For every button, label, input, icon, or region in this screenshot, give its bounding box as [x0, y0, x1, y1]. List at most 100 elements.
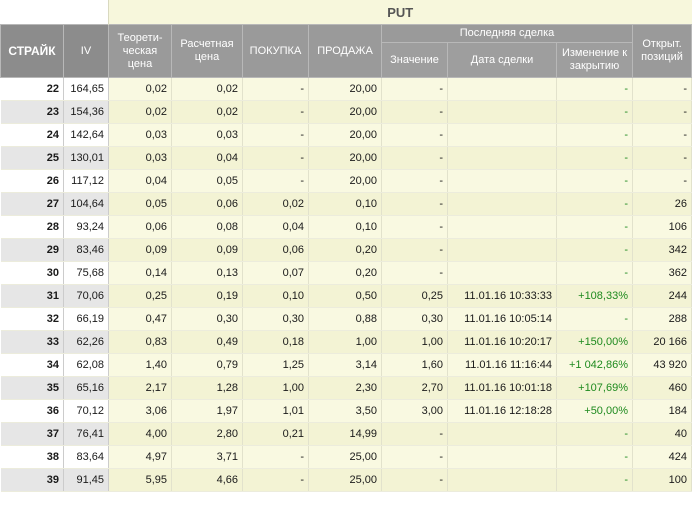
last-value-cell: - — [381, 261, 448, 285]
bid-cell: 0,10 — [242, 284, 309, 308]
table-row[interactable]: 38 83,64 4,97 3,71-25,00- -424 — [0, 445, 692, 469]
iv-header[interactable]: IV — [63, 24, 109, 78]
iv-cell: 142,64 — [63, 123, 109, 147]
table-row[interactable]: 36 70,12 3,06 1,97 1,01 3,50 3,00 11.01.16 12:1… — [0, 399, 692, 423]
bid-cell: 0,30 — [242, 307, 309, 331]
theoretical-price-cell: 0,25 — [108, 284, 172, 308]
trade-date-cell: 11.01.16 10:20:17 — [447, 330, 557, 354]
table-row[interactable]: 23 154,36 0,02 0,02-20,00- - - — [0, 100, 692, 124]
strike-header[interactable]: СТРАЙК — [0, 24, 64, 78]
table-row[interactable]: 33 62,26 0,83 0,49 0,18 1,00 1,00 11.01.16 10:2… — [0, 330, 692, 354]
table-row[interactable]: 39 91,45 5,95 4,66-25,00- -100 — [0, 468, 692, 492]
bid-cell: - — [242, 123, 309, 147]
bid-cell: - — [242, 169, 309, 193]
bid-header[interactable]: ПОКУПКА — [242, 24, 309, 78]
table-row[interactable]: 31 70,06 0,25 0,19 0,10 0,50 0,25 11.01.16 10:3… — [0, 284, 692, 308]
change-cell: +50,00% — [556, 399, 633, 423]
open-interest-cell: 184 — [632, 399, 692, 423]
trade-date-header[interactable]: Дата сделки — [447, 42, 557, 78]
ask-cell: 0,10 — [308, 192, 382, 216]
change-cell: - — [556, 238, 633, 262]
open-interest-header[interactable]: Открыт. позиций — [632, 24, 692, 78]
last-value-cell: - — [381, 146, 448, 170]
iv-cell: 164,65 — [63, 77, 109, 101]
settlement-price-header[interactable]: Расчетная цена — [171, 24, 243, 78]
ask-cell: 0,10 — [308, 215, 382, 239]
table-row[interactable]: 30 75,68 0,14 0,13 0,07 0,20- -362 — [0, 261, 692, 285]
ask-cell: 0,88 — [308, 307, 382, 331]
theoretical-price-cell: 5,95 — [108, 468, 172, 492]
iv-cell: 65,16 — [63, 376, 109, 400]
table-row[interactable]: 37 76,41 4,00 2,80 0,21 14,99- -40 — [0, 422, 692, 446]
table-row[interactable]: 34 62,08 1,40 0,79 1,25 3,14 1,60 11.01.16 11:1… — [0, 353, 692, 377]
ask-cell: 14,99 — [308, 422, 382, 446]
open-interest-cell: 288 — [632, 307, 692, 331]
ask-cell: 20,00 — [308, 146, 382, 170]
bid-cell: 0,07 — [242, 261, 309, 285]
table-row[interactable]: 22 164,65 0,02 0,02-20,00- - - — [0, 77, 692, 101]
change-header[interactable]: Изменение к закрытию — [556, 42, 633, 78]
change-cell: - — [556, 261, 633, 285]
table-row[interactable]: 29 83,46 0,09 0,09 0,06 0,20- -342 — [0, 238, 692, 262]
ask-cell: 0,50 — [308, 284, 382, 308]
trade-date-cell: 11.01.16 12:18:28 — [447, 399, 557, 423]
theoretical-price-cell: 4,00 — [108, 422, 172, 446]
bid-cell: 0,02 — [242, 192, 309, 216]
settlement-price-cell: 0,04 — [171, 146, 243, 170]
ask-cell: 20,00 — [308, 169, 382, 193]
last-value-header[interactable]: Значение — [381, 42, 448, 78]
last-value-cell: - — [381, 445, 448, 469]
theoretical-price-header[interactable]: Теорети-ческая цена — [108, 24, 172, 78]
trade-date-cell — [447, 100, 557, 124]
bid-cell: - — [242, 100, 309, 124]
trade-date-cell — [447, 445, 557, 469]
settlement-price-cell: 2,80 — [171, 422, 243, 446]
bid-cell: 1,25 — [242, 353, 309, 377]
iv-cell: 130,01 — [63, 146, 109, 170]
table-row[interactable]: 26 117,12 0,04 0,05-20,00- - - — [0, 169, 692, 193]
theoretical-price-cell: 0,03 — [108, 123, 172, 147]
table-row[interactable]: 27 104,64 0,05 0,06 0,02 0,10- -26 — [0, 192, 692, 216]
settlement-price-cell: 0,06 — [171, 192, 243, 216]
last-value-cell: - — [381, 468, 448, 492]
change-cell: +107,69% — [556, 376, 633, 400]
strike-cell: 24 — [0, 123, 64, 147]
ask-cell: 20,00 — [308, 100, 382, 124]
last-value-cell: - — [381, 238, 448, 262]
theoretical-price-cell: 0,02 — [108, 100, 172, 124]
iv-cell: 70,06 — [63, 284, 109, 308]
table-row[interactable]: 35 65,16 2,17 1,28 1,00 2,30 2,70 11.01.16 10:0… — [0, 376, 692, 400]
last-value-cell: - — [381, 169, 448, 193]
ask-cell: 3,50 — [308, 399, 382, 423]
change-cell: +108,33% — [556, 284, 633, 308]
table-row[interactable]: 25 130,01 0,03 0,04-20,00- - - — [0, 146, 692, 170]
trade-date-cell — [447, 123, 557, 147]
ask-cell: 25,00 — [308, 468, 382, 492]
ask-cell: 3,14 — [308, 353, 382, 377]
last-value-cell: - — [381, 123, 448, 147]
strike-cell: 35 — [0, 376, 64, 400]
settlement-price-cell: 3,71 — [171, 445, 243, 469]
trade-date-cell — [447, 77, 557, 101]
table-row[interactable]: 32 66,19 0,47 0,30 0,30 0,88 0,30 11.01.16 10:0… — [0, 307, 692, 331]
trade-date-cell — [447, 215, 557, 239]
bid-cell: - — [242, 468, 309, 492]
table-row[interactable]: 24 142,64 0,03 0,03-20,00- - - — [0, 123, 692, 147]
last-value-cell: - — [381, 100, 448, 124]
ask-header[interactable]: ПРОДАЖА — [308, 24, 382, 78]
settlement-price-cell: 0,02 — [171, 77, 243, 101]
trade-date-cell: 11.01.16 10:33:33 — [447, 284, 557, 308]
bid-cell: 0,06 — [242, 238, 309, 262]
open-interest-cell: - — [632, 100, 692, 124]
ask-cell: 2,30 — [308, 376, 382, 400]
settlement-price-cell: 0,30 — [171, 307, 243, 331]
ask-cell: 25,00 — [308, 445, 382, 469]
table-row[interactable]: 28 93,24 0,06 0,08 0,04 0,10- -106 — [0, 215, 692, 239]
last-value-cell: 2,70 — [381, 376, 448, 400]
ask-cell: 20,00 — [308, 123, 382, 147]
theoretical-price-cell: 4,97 — [108, 445, 172, 469]
change-cell: +1 042,86% — [556, 353, 633, 377]
change-cell: - — [556, 169, 633, 193]
open-interest-cell: 424 — [632, 445, 692, 469]
trade-date-cell — [447, 422, 557, 446]
